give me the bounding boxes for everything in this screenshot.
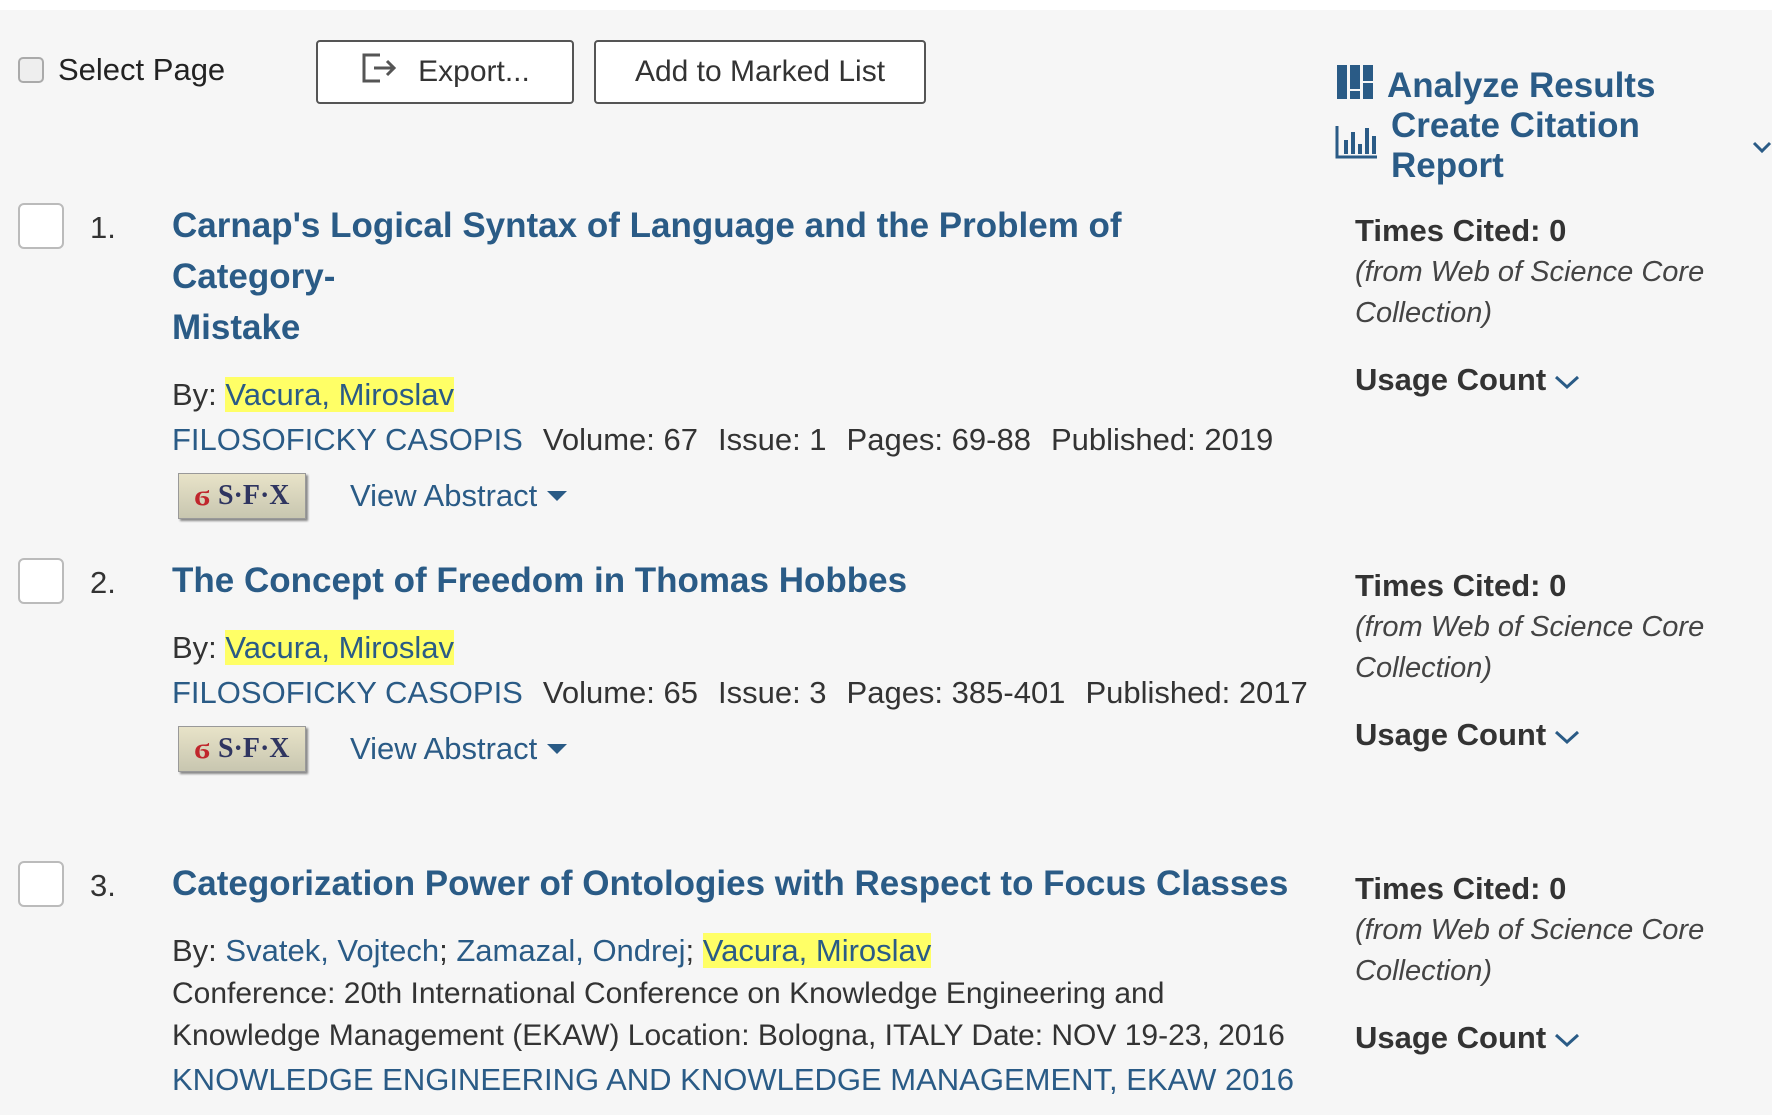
- record-title-line: The Concept of Freedom in Thomas Hobbes: [172, 561, 908, 600]
- by-label: By:: [172, 933, 217, 968]
- chevron-down-icon: [1554, 717, 1580, 753]
- export-label: Export...: [418, 55, 530, 88]
- record-title-line: Carnap's Logical Syntax of Language and …: [172, 206, 1122, 296]
- volume: Volume: 67: [542, 422, 698, 457]
- caret-down-icon: [547, 744, 568, 754]
- sfx-label: S·F·X: [217, 480, 290, 511]
- by-label: By:: [172, 377, 217, 412]
- create-citation-report-link[interactable]: Create Citation Report: [1335, 106, 1772, 185]
- right-tools: Analyze Results Create Citation Report: [1335, 56, 1772, 185]
- citation-source: Collection): [1355, 297, 1492, 329]
- source-line: FILOSOFICKY CASOPIS Volume: 65 Issue: 3 Pag…: [172, 670, 1308, 716]
- times-cited: Times Cited: 0: [1355, 213, 1567, 248]
- record-main: Categorization Power of Ontologies with …: [172, 858, 1294, 1103]
- usage-count-label: Usage Count: [1355, 717, 1547, 752]
- record-number: 2.: [90, 565, 116, 600]
- journal-link[interactable]: FILOSOFICKY CASOPIS: [172, 675, 523, 710]
- export-icon: [360, 51, 400, 93]
- record-main: The Concept of Freedom in Thomas Hobbes …: [172, 555, 1308, 772]
- citation-report-icon: [1335, 124, 1379, 169]
- record-number: 3.: [90, 868, 116, 903]
- record-actions: ϭ S·F·X View Abstract: [172, 473, 1292, 519]
- volume: Volume: 65: [542, 675, 698, 710]
- caret-down-icon: [547, 491, 568, 501]
- citation-source: Collection): [1355, 652, 1492, 684]
- record-checkbox[interactable]: [18, 203, 64, 249]
- usage-count-toggle[interactable]: Usage Count: [1355, 1020, 1755, 1056]
- record-checkbox[interactable]: [18, 861, 64, 907]
- published: Published: 2019: [1050, 422, 1274, 457]
- view-abstract-label: View Abstract: [350, 478, 538, 513]
- pages: Pages: 69-88: [846, 422, 1031, 457]
- citation-source: (from Web of Science Core: [1355, 611, 1705, 643]
- record-title-link[interactable]: Categorization Power of Ontologies with …: [172, 858, 1292, 909]
- conference-info: Knowledge Management (EKAW) Location: Bo…: [172, 1019, 1285, 1052]
- authors-line: By: Vacura, Miroslav: [172, 373, 1292, 417]
- usage-count-toggle[interactable]: Usage Count: [1355, 717, 1755, 753]
- analyze-icon: [1335, 63, 1375, 110]
- view-abstract-label: View Abstract: [350, 731, 538, 766]
- authors-line: By: Vacura, Miroslav: [172, 626, 1292, 670]
- record-number: 1.: [90, 210, 116, 245]
- citation-source: Collection): [1355, 955, 1492, 987]
- analyze-label: Analyze Results: [1387, 66, 1656, 105]
- usage-count-label: Usage Count: [1355, 1020, 1547, 1055]
- results-toolbar: Select Page Export... Add to Marked List: [0, 40, 1772, 185]
- author-link[interactable]: Vacura, Miroslav: [702, 933, 932, 968]
- record-title-link[interactable]: The Concept of Freedom in Thomas Hobbes: [172, 555, 1292, 606]
- top-strip: [0, 0, 1772, 10]
- issue: Issue: 1: [717, 422, 827, 457]
- author-link[interactable]: Svatek, Vojtech: [225, 933, 439, 968]
- journal-link[interactable]: FILOSOFICKY CASOPIS: [172, 422, 523, 457]
- published: Published: 2017: [1085, 675, 1308, 710]
- record-metrics: Times Cited: 0 (from Web of Science Core…: [1355, 565, 1755, 753]
- author-link[interactable]: Zamazal, Ondrej: [456, 933, 685, 968]
- chevron-down-icon: [1554, 362, 1580, 398]
- author-link[interactable]: Vacura, Miroslav: [225, 630, 454, 665]
- author-link[interactable]: Vacura, Miroslav: [225, 377, 454, 412]
- citation-report-label: Create Citation Report: [1391, 106, 1640, 185]
- view-abstract-toggle[interactable]: View Abstract: [350, 478, 568, 514]
- sfx-button[interactable]: ϭ S·F·X: [178, 726, 306, 772]
- by-label: By:: [172, 630, 217, 665]
- times-cited: Times Cited: 0: [1355, 871, 1567, 906]
- journal-link[interactable]: KNOWLEDGE ENGINEERING AND KNOWLEDGE MANA…: [172, 1062, 1294, 1097]
- record-metrics: Times Cited: 0 (from Web of Science Core…: [1355, 210, 1755, 398]
- record-title-link[interactable]: Carnap's Logical Syntax of Language and …: [172, 200, 1292, 353]
- source-line: FILOSOFICKY CASOPIS Volume: 67 Issue: 1 Pag…: [172, 417, 1292, 463]
- record-title-line: Mistake: [172, 308, 301, 347]
- sfx-label: S·F·X: [217, 733, 290, 764]
- citation-source: (from Web of Science Core: [1355, 256, 1705, 288]
- pages: Pages: 385-401: [846, 675, 1066, 710]
- citation-source: (from Web of Science Core: [1355, 914, 1705, 946]
- sfx-button[interactable]: ϭ S·F·X: [178, 473, 306, 519]
- sfx-logo-icon: ϭ: [194, 479, 210, 512]
- record-metrics: Times Cited: 0 (from Web of Science Core…: [1355, 868, 1755, 1056]
- authors-line: By: Svatek, Vojtech; Zamazal, Ondrej; Va…: [172, 933, 932, 968]
- sfx-logo-icon: ϭ: [194, 732, 210, 765]
- usage-count-toggle[interactable]: Usage Count: [1355, 362, 1755, 398]
- issue: Issue: 3: [717, 675, 827, 710]
- chevron-down-icon: [1554, 1020, 1580, 1056]
- times-cited: Times Cited: 0: [1355, 568, 1567, 603]
- source-line: KNOWLEDGE ENGINEERING AND KNOWLEDGE MANA…: [172, 1057, 1294, 1103]
- select-page-checkbox[interactable]: [18, 57, 44, 83]
- select-page-label: Select Page: [58, 52, 226, 87]
- conference-info: Conference: 20th International Conferenc…: [172, 977, 1165, 1010]
- record-main: Carnap's Logical Syntax of Language and …: [172, 200, 1292, 519]
- select-page[interactable]: Select Page: [18, 52, 225, 88]
- add-to-marked-list-button[interactable]: Add to Marked List: [594, 40, 926, 104]
- record-actions: ϭ S·F·X View Abstract: [172, 726, 1292, 772]
- view-abstract-toggle[interactable]: View Abstract: [350, 731, 568, 767]
- record-title-line: Categorization Power of Ontologies with …: [172, 864, 1289, 903]
- usage-count-label: Usage Count: [1355, 362, 1547, 397]
- chevron-down-icon: [1752, 126, 1772, 166]
- export-button[interactable]: Export...: [316, 40, 574, 104]
- record-checkbox[interactable]: [18, 558, 64, 604]
